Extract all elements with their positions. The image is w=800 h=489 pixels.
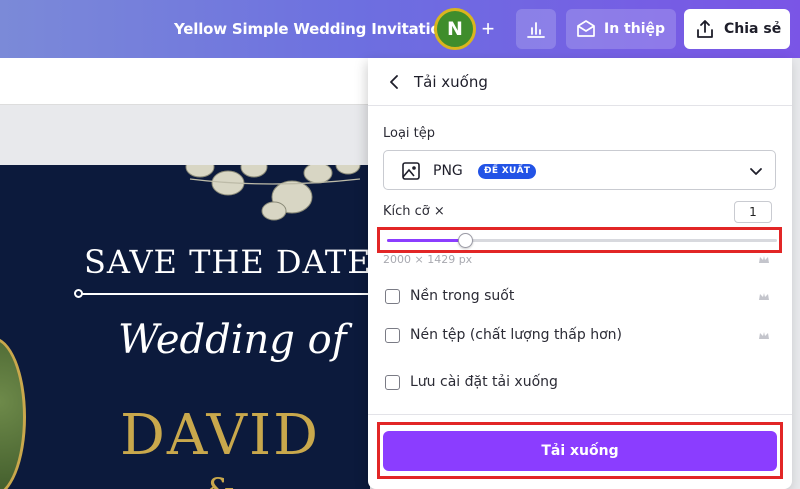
save-download-settings-checkbox[interactable] (385, 374, 400, 390)
crown-icon (759, 256, 769, 263)
share-label: Chia sẻ (724, 21, 782, 37)
compress-file-option[interactable]: Nén tệp (chất lượng thấp hơn) (385, 327, 622, 343)
size-label: Kích cỡ × (383, 204, 445, 219)
canvas-background (0, 105, 370, 165)
download-button[interactable]: Tải xuống (383, 431, 777, 471)
compress-file-checkbox[interactable] (385, 327, 400, 343)
size-multiplier-input[interactable]: 1 (734, 201, 772, 223)
compress-file-label: Nén tệp (chất lượng thấp hơn) (410, 327, 622, 343)
transparent-background-option[interactable]: Nền trong suốt (385, 288, 514, 304)
file-type-value: PNG (433, 163, 463, 179)
size-slider-thumb[interactable] (458, 233, 473, 248)
chevron-down-icon (750, 168, 762, 175)
save-download-settings-option[interactable]: Lưu cài đặt tải xuống (385, 374, 558, 390)
transparent-background-checkbox[interactable] (385, 288, 400, 304)
transparent-background-label: Nền trong suốt (410, 288, 515, 304)
dimensions-text: 2000 × 1429 px (383, 253, 473, 266)
add-collaborator-button[interactable]: + (473, 14, 503, 44)
recommended-badge: ĐỀ XUẤT (478, 164, 537, 179)
download-panel: Tải xuống Loại tệp PNG ĐỀ XUẤT Kích cỡ ×… (368, 58, 792, 489)
groom-name-text: DAVID (120, 403, 321, 468)
envelope-icon (577, 20, 595, 37)
insights-button[interactable] (516, 9, 556, 49)
wedding-of-text: Wedding of (118, 317, 347, 363)
bar-chart-icon (527, 22, 545, 38)
save-the-date-text: SAVE THE DATE (84, 243, 370, 281)
couple-photo (0, 337, 26, 489)
upload-share-icon (697, 20, 713, 38)
design-canvas[interactable]: SAVE THE DATE Wedding of DAVID & (0, 165, 370, 489)
document-title[interactable]: Yellow Simple Wedding Invitation (174, 20, 451, 38)
divider-dot (74, 289, 83, 298)
back-button[interactable] (382, 70, 406, 94)
download-button-highlight: Tải xuống (377, 422, 783, 479)
chevron-left-icon (390, 75, 398, 89)
save-download-settings-label: Lưu cài đặt tải xuống (410, 374, 558, 390)
panel-header: Tải xuống (368, 58, 792, 106)
print-invitation-label: In thiệp (604, 21, 666, 37)
crown-icon (759, 332, 769, 339)
print-invitation-button[interactable]: In thiệp (566, 9, 676, 49)
size-slider-track[interactable] (387, 233, 777, 248)
user-avatar[interactable]: N (434, 8, 476, 50)
size-slider-highlight (377, 227, 782, 253)
panel-divider (368, 414, 792, 415)
size-slider-fill (387, 239, 465, 242)
ampersand-text: & (205, 471, 235, 489)
file-type-select[interactable]: PNG ĐỀ XUẤT (383, 150, 776, 190)
share-button[interactable]: Chia sẻ (684, 9, 790, 49)
top-bar: Yellow Simple Wedding Invitation N + In … (0, 0, 800, 58)
file-type-label: Loại tệp (383, 126, 436, 141)
divider-line (78, 293, 370, 295)
crown-icon (759, 293, 769, 300)
eucalyptus-leaves-graphic (185, 165, 361, 221)
editor-toolbar (0, 58, 370, 105)
image-icon (402, 162, 420, 180)
panel-title: Tải xuống (414, 73, 488, 91)
